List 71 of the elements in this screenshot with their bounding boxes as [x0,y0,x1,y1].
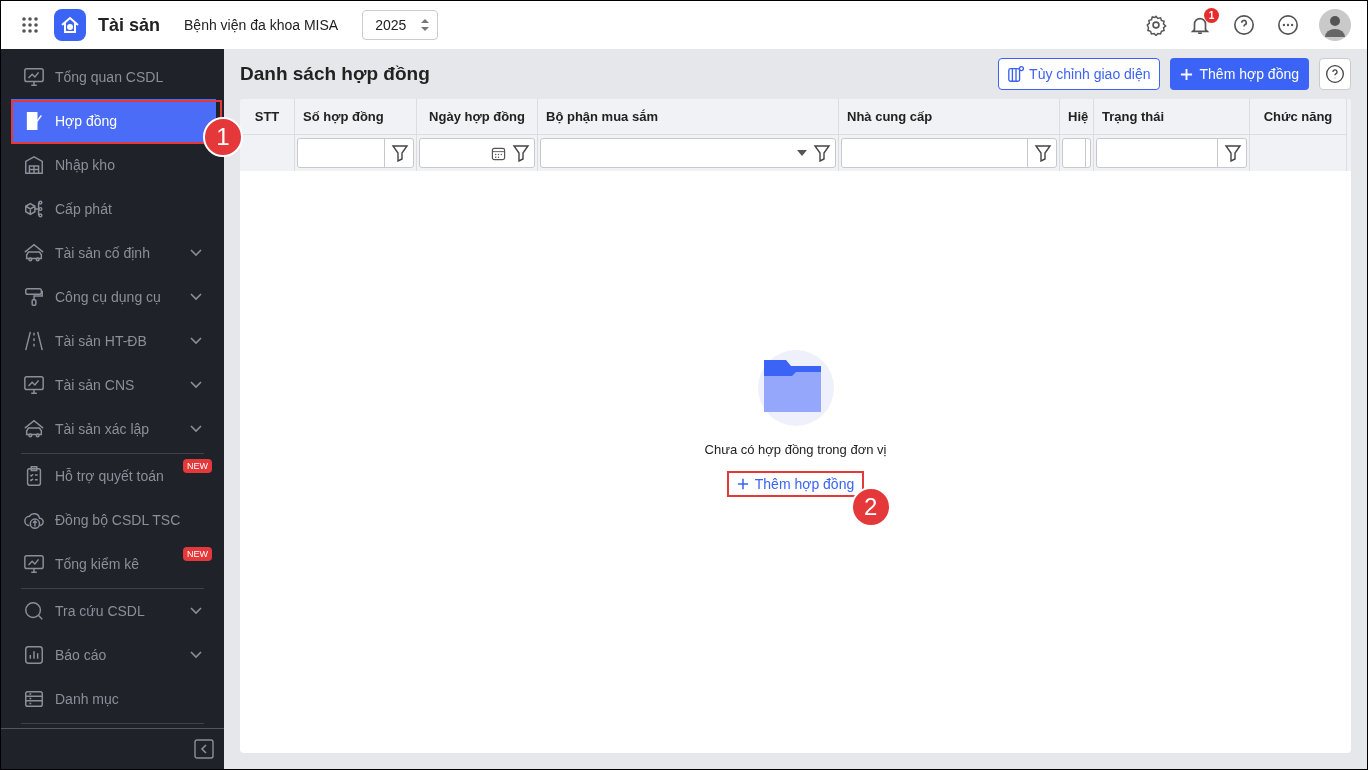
filter-icon[interactable] [1034,144,1052,162]
sidebar-item[interactable]: Tài sản HT-ĐB [11,319,212,363]
filter-icon[interactable] [512,144,530,162]
sidebar-item[interactable]: Tổng kiểm kê NEW [11,542,212,586]
dropdown-caret-icon [797,150,807,156]
sidebar-item[interactable]: Công cụ dụng cụ [11,275,212,319]
organization-name: Bệnh viện đa khoa MISA [184,17,339,33]
sidebar-item[interactable]: Hợp đồng [11,99,216,143]
add-contract-button[interactable]: Thêm hợp đồng [1169,58,1309,90]
filter-field[interactable] [540,138,836,168]
chevron-down-icon [190,607,202,615]
chevron-down-icon [190,337,202,345]
monitor-chart-icon [23,374,45,396]
plus-icon [1179,67,1193,81]
apps-grid-icon[interactable] [21,16,39,34]
page-title: Danh sách hợp đồng [240,63,431,85]
avatar[interactable] [1319,9,1351,41]
settings-icon[interactable] [1145,14,1167,36]
empty-folder-icon [755,347,836,428]
filter-field[interactable] [297,138,414,168]
list-icon [23,688,45,710]
chevron-down-icon [190,249,202,257]
road-icon [23,330,45,352]
house-car-icon [23,418,45,440]
filter-icon[interactable] [813,144,831,162]
sidebar-item[interactable]: Hỗ trợ quyết toán NEW [11,454,212,498]
sidebar-item[interactable]: Cấp phát [11,187,212,231]
house-car-icon [23,242,45,264]
more-icon[interactable] [1277,14,1299,36]
chevron-down-icon [190,425,202,433]
search-icon [23,600,45,622]
chevron-down-icon [190,381,202,389]
sidebar-item[interactable]: Tổng quan CSDL [11,55,212,99]
chevron-down-icon [190,293,202,301]
sidebar-item[interactable]: Báo cáo [11,633,212,677]
chevron-down-icon [190,651,202,659]
cube-network-icon [23,198,45,220]
help-button[interactable] [1319,58,1351,90]
filter-icon[interactable] [391,144,409,162]
monitor-chart-icon [23,66,45,88]
sidebar-item[interactable]: Tài sản cố định [11,231,212,275]
empty-message: Chưa có hợp đồng trong đơn vị [704,441,887,457]
collapse-sidebar-icon[interactable] [194,739,214,759]
spinner-icon [421,18,430,32]
new-badge: NEW [183,459,212,473]
new-badge: NEW [183,547,212,561]
sidebar-item[interactable]: Tra cứu CSDL [11,589,212,633]
sidebar-item[interactable]: Tài sản CNS [11,363,212,407]
filter-field[interactable] [841,138,1057,168]
filter-field[interactable] [419,138,535,168]
help-icon [1325,64,1345,84]
help-icon[interactable] [1233,14,1255,36]
bar-chart-icon [23,644,45,666]
calendar-icon [491,145,506,161]
app-name: Tài sản [98,14,161,36]
filter-field[interactable] [1096,138,1247,168]
sidebar-item[interactable]: Danh mục [11,677,212,721]
layout-gear-icon [1007,65,1026,83]
app-logo [54,9,86,41]
monitor-chart-icon [23,553,45,575]
customize-button[interactable]: Tùy chỉnh giao diện [998,58,1160,90]
callout-number: 1 [203,117,243,157]
filter-field[interactable] [1062,138,1091,168]
sidebar-item[interactable]: Tài sản xác lập [11,407,212,451]
paint-roller-icon [23,286,45,308]
sidebar-item[interactable]: Đồng bộ CSDL TSC [11,498,212,542]
notification-badge: 1 [1204,8,1219,23]
year-select[interactable]: 2025 [362,10,439,40]
warehouse-icon [23,154,45,176]
plus-icon [736,477,749,490]
filter-icon[interactable] [1224,144,1242,162]
